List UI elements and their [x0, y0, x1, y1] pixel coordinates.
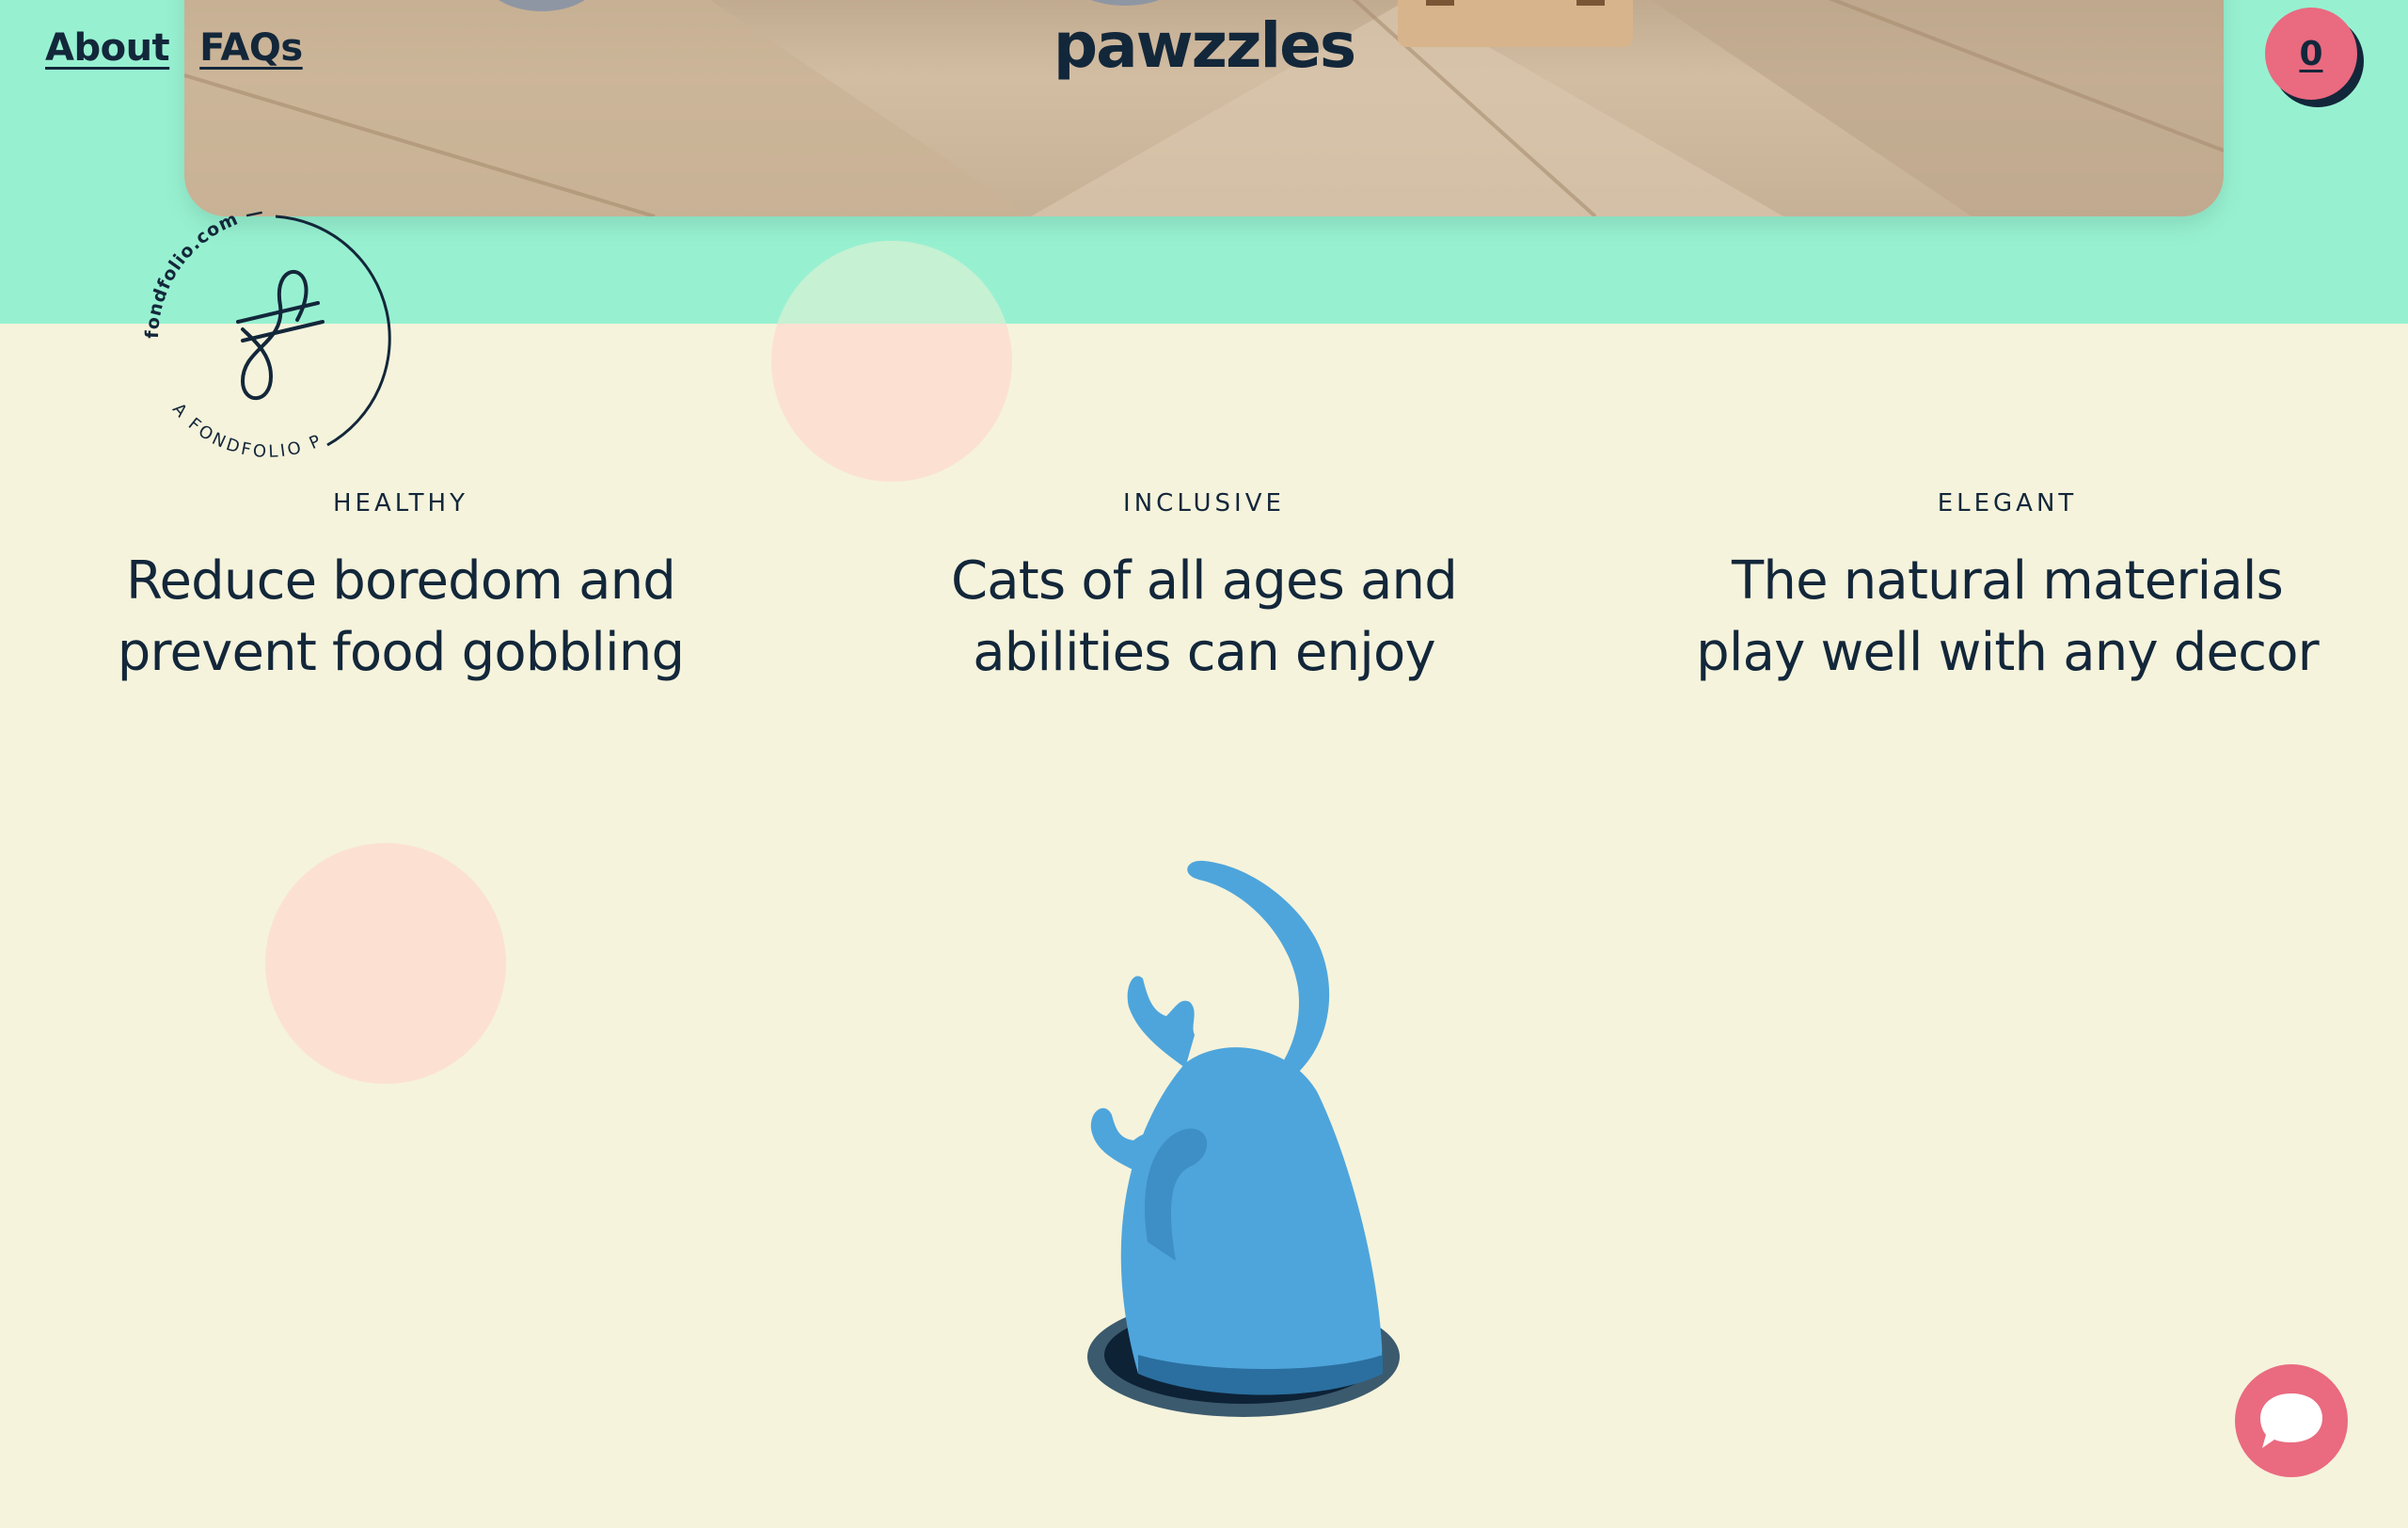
feature-headline-line: abilities can enjoy: [973, 622, 1435, 683]
fondfolio-monogram-icon: [236, 269, 325, 401]
fondfolio-badge-ring: fondfolio.com — A FONDFOLIO PROJECT —: [120, 164, 391, 462]
nav-link-faqs[interactable]: FAQs: [199, 26, 303, 70]
feature-headline-line: The natural materials: [1731, 550, 2284, 612]
fondfolio-badge[interactable]: fondfolio.com — A FONDFOLIO PROJECT —: [120, 164, 421, 470]
decorative-circle: [265, 843, 506, 1084]
feature-kicker: ELEGANT: [1937, 489, 2078, 517]
chat-button[interactable]: [2235, 1364, 2348, 1477]
nav-link-about[interactable]: About: [45, 26, 170, 70]
cat-in-hole-icon: [988, 847, 1430, 1430]
decorative-circle: [771, 241, 1012, 482]
feature-headline: Cats of all ages and abilities can enjoy: [818, 546, 1590, 689]
brand-logo[interactable]: pawzzles: [988, 9, 1420, 82]
feature-elegant: ELEGANT The natural materials play well …: [1622, 489, 2393, 689]
cart-button[interactable]: 0: [2265, 8, 2357, 100]
feature-kicker: HEALTHY: [333, 489, 468, 517]
feature-headline-line: Cats of all ages and: [950, 550, 1458, 612]
feature-headline: The natural materials play well with any…: [1622, 546, 2393, 689]
feature-inclusive: INCLUSIVE Cats of all ages and abilities…: [818, 489, 1590, 689]
feature-headline: Reduce boredom and prevent food gobbling: [15, 546, 786, 689]
feature-headline-line: Reduce boredom and: [125, 550, 676, 612]
chat-bubble-icon: [2260, 1393, 2322, 1448]
feature-kicker: INCLUSIVE: [1123, 489, 1285, 517]
main-nav: About FAQs: [45, 26, 303, 70]
feature-headline-line: prevent food gobbling: [117, 622, 685, 683]
feature-headline-line: play well with any decor: [1696, 622, 2320, 683]
feature-healthy: HEALTHY Reduce boredom and prevent food …: [15, 489, 786, 689]
